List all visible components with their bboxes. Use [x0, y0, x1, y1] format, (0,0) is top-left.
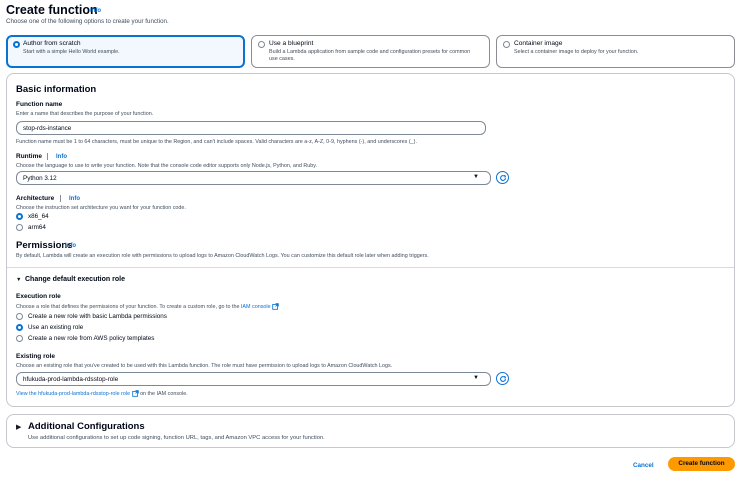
cancel-button[interactable]: Cancel [633, 462, 654, 469]
external-link-icon [131, 390, 139, 397]
basic-info-title: Basic information [16, 84, 97, 95]
change-role-toggle[interactable]: Change default execution role [25, 276, 125, 283]
arch-x86-label: x86_64 [28, 213, 49, 220]
view-role-suffix: on the IAM console. [140, 390, 188, 397]
existing-role-label: Existing role [16, 353, 56, 360]
existing-role-select[interactable]: hfukuda-prod-lambda-rdsstop-role [16, 372, 491, 386]
option-desc: Start with a simple Hello World example. [23, 49, 120, 55]
page-title: Create function [6, 3, 98, 17]
architecture-info-link[interactable]: Info [69, 196, 80, 202]
existing-role-value: hfukuda-prod-lambda-rdsstop-role [23, 376, 119, 383]
option-title: Container image [514, 40, 563, 47]
role-existing-radio[interactable] [16, 324, 23, 331]
option-desc: Build a Lambda application from sample c… [269, 49, 471, 62]
page-subtitle: Choose one of the following options to c… [6, 18, 169, 25]
execution-role-desc: Choose a role that defines the permissio… [16, 303, 279, 310]
additional-config-title[interactable]: Additional Configurations [28, 421, 145, 432]
chevron-down-icon: ▼ [473, 174, 479, 180]
arch-arm64-label: arm64 [28, 224, 46, 231]
runtime-info-link[interactable]: Info [56, 154, 67, 160]
additional-config-panel[interactable]: ▶ Additional Configurations Use addition… [6, 414, 735, 448]
container-radio[interactable] [503, 41, 510, 48]
role-new-basic-label: Create a new role with basic Lambda perm… [28, 313, 167, 320]
function-name-label: Function name [16, 101, 63, 108]
divider [60, 195, 61, 202]
role-new-basic-radio[interactable] [16, 313, 23, 320]
chevron-down-icon: ▼ [473, 375, 479, 381]
caret-right-icon[interactable]: ▶ [16, 423, 21, 431]
refresh-icon[interactable] [496, 171, 509, 184]
author-radio[interactable] [13, 41, 20, 48]
section-divider [7, 267, 734, 268]
architecture-label: Architecture [16, 195, 55, 202]
existing-role-desc: Choose an existing role that you've crea… [16, 363, 393, 369]
option-use-blueprint[interactable]: Use a blueprint Build a Lambda applicati… [251, 35, 490, 68]
role-existing-label: Use an existing role [28, 324, 84, 331]
additional-config-desc: Use additional configurations to set up … [28, 435, 325, 441]
option-title: Use a blueprint [269, 40, 314, 47]
role-templates-radio[interactable] [16, 335, 23, 342]
architecture-desc: Choose the instruction set architecture … [16, 205, 186, 211]
arch-arm64-radio[interactable] [16, 224, 23, 231]
runtime-desc: Choose the language to use to write your… [16, 163, 318, 169]
function-name-hint: Function name must be 1 to 64 characters… [16, 139, 417, 145]
runtime-label: Runtime [16, 153, 42, 160]
execution-role-desc-text: Choose a role that defines the permissio… [16, 303, 240, 310]
runtime-select-value: Python 3.12 [23, 175, 57, 182]
option-title: Author from scratch [23, 40, 81, 47]
option-desc: Select a container image to deploy for y… [514, 49, 639, 55]
permissions-desc: By default, Lambda will create an execut… [16, 253, 429, 259]
option-container-image[interactable]: Container image Select a container image… [496, 35, 735, 68]
view-role-row: View the hfukuda-prod-lambda-rdsstop-rol… [16, 390, 188, 397]
external-link-icon [272, 303, 279, 310]
option-author-from-scratch[interactable]: Author from scratch Start with a simple … [6, 35, 245, 68]
arch-x86-radio[interactable] [16, 213, 23, 220]
iam-console-link[interactable]: IAM console [241, 304, 271, 310]
header-info-link[interactable]: Info [90, 8, 101, 14]
execution-role-label: Execution role [16, 293, 61, 300]
blueprint-radio[interactable] [258, 41, 265, 48]
divider [47, 153, 48, 160]
role-templates-label: Create a new role from AWS policy templa… [28, 335, 155, 342]
runtime-select[interactable]: Python 3.12 [16, 171, 491, 185]
permissions-info-link[interactable]: Info [65, 243, 76, 249]
refresh-icon[interactable] [496, 372, 509, 385]
caret-down-icon[interactable]: ▼ [16, 277, 21, 283]
function-name-desc: Enter a name that describes the purpose … [16, 111, 154, 117]
basic-information-panel: Basic information Function name Enter a … [6, 73, 735, 407]
create-function-button[interactable]: Create function [668, 457, 735, 471]
function-name-input[interactable]: stop-rds-instance [16, 121, 486, 135]
view-role-link[interactable]: View the hfukuda-prod-lambda-rdsstop-rol… [16, 391, 130, 397]
